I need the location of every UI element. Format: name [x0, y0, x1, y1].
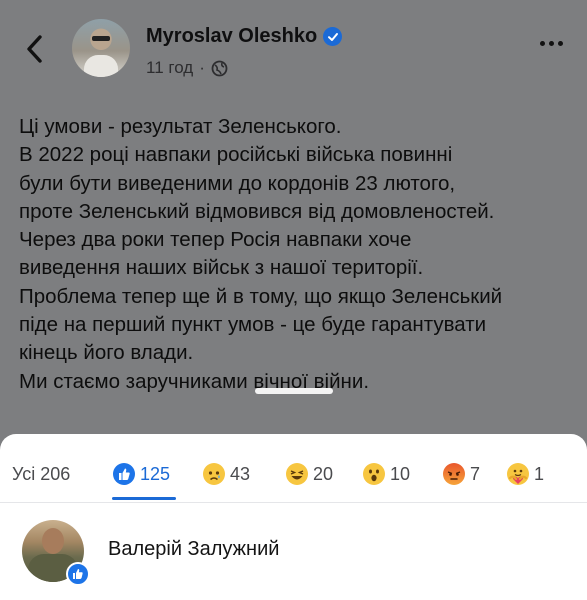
tabs-divider: [0, 502, 587, 503]
tab-angry[interactable]: 7: [443, 456, 480, 492]
list-item[interactable]: Валерій Залужний: [0, 520, 587, 590]
more-horizontal-icon: [540, 41, 545, 46]
tab-all[interactable]: Усі 206: [12, 456, 70, 492]
tab-count: 43: [230, 463, 251, 484]
post-line: піде на перший пункт умов - це буде гара…: [19, 313, 487, 337]
post-meta: 11 год ·: [146, 58, 228, 78]
post-text: Ці умови - результат Зеленського. В 2022…: [19, 113, 579, 396]
back-button[interactable]: [18, 30, 52, 68]
post-line: Ці умови - результат Зеленського.: [19, 115, 342, 138]
tab-count: 1: [534, 463, 545, 484]
care-icon: [507, 463, 529, 485]
author-name[interactable]: Myroslav Oleshko: [146, 25, 317, 48]
author-avatar[interactable]: [72, 19, 130, 77]
tab-count: 20: [313, 463, 334, 484]
verified-badge-icon: [323, 27, 343, 46]
tab-haha[interactable]: 20: [286, 456, 333, 492]
chevron-left-icon: [27, 35, 42, 63]
post-line: кінець його влади.: [19, 341, 194, 365]
tab-label: Усі 206: [12, 463, 71, 484]
angry-icon: [443, 463, 465, 485]
more-options-button[interactable]: [540, 41, 563, 46]
user-name[interactable]: Валерій Залужний: [108, 538, 279, 561]
reaction-tabs: Усі 206 125 43 20 10 7 1: [0, 456, 587, 504]
sad-icon: [203, 463, 225, 485]
post-line: виведення наших військ з нашої території…: [19, 256, 424, 280]
author-name-row[interactable]: Myroslav Oleshko: [146, 25, 343, 48]
tab-like[interactable]: 125: [113, 456, 170, 492]
post-background: Myroslav Oleshko 11 год · Ці умови - рез…: [0, 0, 587, 440]
tab-care[interactable]: 1: [507, 456, 544, 492]
tab-sad[interactable]: 43: [203, 456, 250, 492]
meta-separator: ·: [199, 58, 205, 77]
post-time[interactable]: 11 год: [146, 58, 193, 78]
wow-icon: [363, 463, 385, 485]
tab-count: 125: [140, 463, 171, 484]
post-line: були бути виведеними до кордонів 23 люто…: [19, 171, 456, 195]
active-tab-indicator: [112, 497, 176, 500]
post-line: Через два роки тепер Росія навпаки хоче: [19, 228, 412, 252]
post-line: В 2022 році навпаки російські війська по…: [19, 143, 453, 167]
post-line: проте Зеленський відмовився від домовлен…: [19, 199, 495, 223]
tab-wow[interactable]: 10: [363, 456, 410, 492]
sheet-drag-handle[interactable]: [255, 388, 333, 394]
reactions-sheet: Усі 206 125 43 20 10 7 1 Валерій Залужни…: [0, 434, 587, 600]
tab-count: 7: [470, 463, 481, 484]
like-icon: [113, 463, 135, 485]
globe-icon: [211, 60, 228, 76]
haha-icon: [286, 463, 308, 485]
like-icon: [66, 562, 90, 586]
tab-count: 10: [390, 463, 411, 484]
post-line: Проблема тепер ще й в тому, що якщо Зеле…: [19, 284, 503, 308]
